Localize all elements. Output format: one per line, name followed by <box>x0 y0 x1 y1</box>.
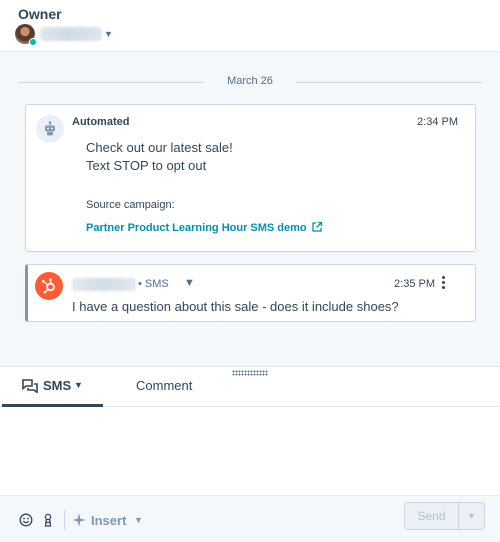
sender-label: Automated <box>72 116 130 128</box>
emoji-icon[interactable] <box>19 513 33 532</box>
message-line: Check out our latest sale! <box>86 140 233 155</box>
message-body: I have a question about this sale - does… <box>72 299 399 314</box>
automated-message-card: Automated 2:34 PM Check out our latest s… <box>25 104 476 252</box>
external-link-icon[interactable] <box>311 221 323 236</box>
hubspot-logo-icon <box>35 272 63 300</box>
chevron-down-icon[interactable]: ▼ <box>104 29 113 39</box>
message-timestamp: 2:35 PM <box>394 278 435 290</box>
presence-indicator <box>29 38 37 46</box>
tab-comment[interactable]: Comment <box>136 378 192 393</box>
more-options-icon[interactable] <box>437 275 451 291</box>
chevron-down-icon[interactable]: ▼ <box>134 515 143 525</box>
message-line: Text STOP to opt out <box>86 158 207 173</box>
tab-sms[interactable]: SMS ▼ <box>2 367 103 407</box>
chevron-down-icon[interactable]: ▼ <box>184 277 195 289</box>
owner-name-redacted[interactable] <box>40 27 102 41</box>
personalization-icon[interactable] <box>42 513 54 532</box>
insert-label[interactable]: Insert <box>91 513 126 528</box>
divider-line <box>18 82 204 83</box>
source-campaign-link[interactable]: Partner Product Learning Hour SMS demo <box>86 221 323 236</box>
divider-line <box>296 82 482 83</box>
send-button-group: Send ▼ <box>404 502 485 530</box>
chevron-down-icon[interactable]: ▼ <box>74 380 83 390</box>
composer-toolbar: Insert ▼ Send ▼ <box>0 495 500 542</box>
resize-handle[interactable] <box>232 370 268 376</box>
message-editor[interactable] <box>0 408 500 494</box>
date-label: March 26 <box>227 75 273 87</box>
send-button[interactable]: Send <box>405 503 458 529</box>
chat-bubble-icon <box>22 379 38 398</box>
source-campaign-label: Source campaign: <box>86 199 175 211</box>
sms-message-card: • SMS ▼ 2:35 PM I have a question about … <box>25 264 476 322</box>
chevron-down-icon[interactable]: ▼ <box>459 503 484 529</box>
toolbar-divider <box>64 510 65 530</box>
active-tab-indicator <box>2 404 103 407</box>
sparkle-icon <box>72 513 86 532</box>
owner-avatar[interactable] <box>15 24 37 46</box>
tab-sms-label[interactable]: SMS <box>43 378 71 393</box>
sender-name-redacted <box>72 278 136 291</box>
date-divider: March 26 <box>18 74 482 90</box>
message-timestamp: 2:34 PM <box>417 116 458 128</box>
owner-label: Owner <box>18 6 62 22</box>
campaign-link-text[interactable]: Partner Product Learning Hour SMS demo <box>86 222 307 234</box>
owner-section: Owner ▼ <box>0 0 500 52</box>
channel-label: • SMS <box>138 278 169 290</box>
message-composer: SMS ▼ Comment Insert ▼ Send ▼ <box>0 366 500 542</box>
robot-icon <box>36 115 64 143</box>
